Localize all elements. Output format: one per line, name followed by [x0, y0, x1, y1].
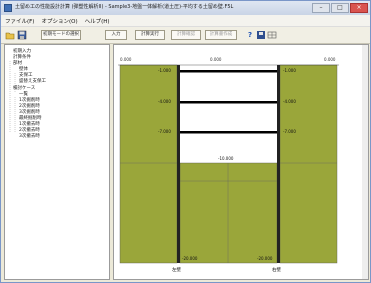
tree-item-support[interactable]: 支保工	[19, 73, 33, 78]
wall-toe-left-label: -20.000	[182, 256, 198, 261]
input-button[interactable]: 入力	[105, 30, 127, 40]
strut-1	[180, 70, 277, 73]
window-title: 土留め工の性能設計計算 (弾塑性解析II) - Sample3-地盤一体解析(道…	[15, 4, 234, 10]
right-wall	[277, 65, 280, 263]
cross-section-drawing: 0.000 0.000 0.000 -1.000 -4.000 -7.000 -…	[118, 57, 339, 273]
calc-check-button[interactable]: 計算確認	[171, 30, 201, 40]
strut-level-left-3: -7.000	[158, 129, 171, 134]
strut-2	[180, 101, 277, 104]
left-wall	[177, 65, 180, 263]
window-controls: – □ ×	[312, 3, 368, 13]
tree-item-case-3[interactable]: 3次掘削時	[19, 110, 40, 115]
strut-level-right-3: -7.000	[283, 129, 296, 134]
tree-item-calc-conditions[interactable]: 計算条件	[13, 55, 31, 60]
strut-level-left-1: -1.000	[158, 68, 171, 73]
strut-level-right-1: -1.000	[283, 68, 296, 73]
mode-select-button[interactable]: 初期モードの選択	[41, 30, 81, 40]
level-label-top-right: 0.000	[324, 57, 336, 62]
disk-icon[interactable]	[256, 30, 266, 40]
tree-item-case-1[interactable]: 1次掘削時	[19, 98, 40, 103]
tree-item-case-2[interactable]: 2次掘削時	[19, 104, 40, 109]
left-soil-block	[119, 64, 178, 264]
calculate-button[interactable]: 計算実行	[135, 30, 165, 40]
tree-item-removal-1[interactable]: 1次撤去時	[19, 122, 40, 127]
strut-level-right-2: -4.000	[283, 99, 296, 104]
left-wall-name: 左壁	[172, 266, 181, 273]
close-button[interactable]: ×	[350, 3, 368, 13]
strut-level-left-2: -4.000	[158, 99, 171, 104]
toolbar: 初期モードの選択 入力 計算実行 計算確認 計算書作成 ?	[1, 26, 370, 44]
tree-item-removal-2[interactable]: 2次撤去時	[19, 128, 40, 133]
level-label-top-left: 0.000	[120, 57, 132, 62]
input-tree-panel: 初期入力 計算条件 部材 壁体 支保工 盛替え支保工 検討ケース 一覧 1次掘削…	[4, 44, 110, 280]
level-label-top-mid: 0.000	[210, 57, 222, 62]
save-icon[interactable]	[17, 30, 27, 40]
vertical-scrollbar[interactable]	[362, 45, 368, 279]
menu-bar: ファイル(F) オプション(O) ヘルプ(H)	[1, 15, 370, 26]
minimize-button[interactable]: –	[312, 3, 330, 13]
tree-item-case-final[interactable]: 最終掘削時	[19, 116, 42, 121]
wall-toe-right-label: -20.000	[257, 256, 273, 261]
app-window: 土留め工の性能設計計算 (弾塑性解析II) - Sample3-地盤一体解析(道…	[0, 0, 371, 283]
right-soil-block	[279, 64, 338, 264]
tree-item-wall[interactable]: 壁体	[19, 67, 28, 72]
app-icon	[4, 4, 12, 12]
strut-3	[180, 131, 277, 134]
tree-item-initial-input[interactable]: 初期入力	[13, 49, 31, 54]
tree-item-members[interactable]: 部材	[13, 61, 22, 66]
title-bar: 土留め工の性能設計計算 (弾塑性解析II) - Sample3-地盤一体解析(道…	[1, 1, 370, 15]
tree-item-list[interactable]: 一覧	[19, 92, 28, 97]
help-icon[interactable]: ?	[245, 30, 255, 40]
excavation-bottom-label: -10.000	[218, 156, 234, 161]
tree-item-removal-3[interactable]: 3次撤去時	[19, 134, 40, 139]
report-button[interactable]: 計算書作成	[205, 30, 237, 40]
menu-help[interactable]: ヘルプ(H)	[85, 17, 110, 25]
bottom-soil-block	[179, 162, 278, 264]
grid-icon[interactable]	[267, 30, 277, 40]
tree-item-cases[interactable]: 検討ケース	[13, 86, 35, 91]
diagram-canvas: 0.000 0.000 0.000 -1.000 -4.000 -7.000 -…	[113, 44, 369, 280]
tree-item-restrut[interactable]: 盛替え支保工	[19, 79, 46, 84]
menu-options[interactable]: オプション(O)	[41, 17, 77, 25]
maximize-button[interactable]: □	[331, 3, 349, 13]
open-folder-icon[interactable]	[5, 30, 15, 40]
menu-file[interactable]: ファイル(F)	[5, 17, 34, 25]
right-wall-name: 右壁	[272, 266, 281, 273]
